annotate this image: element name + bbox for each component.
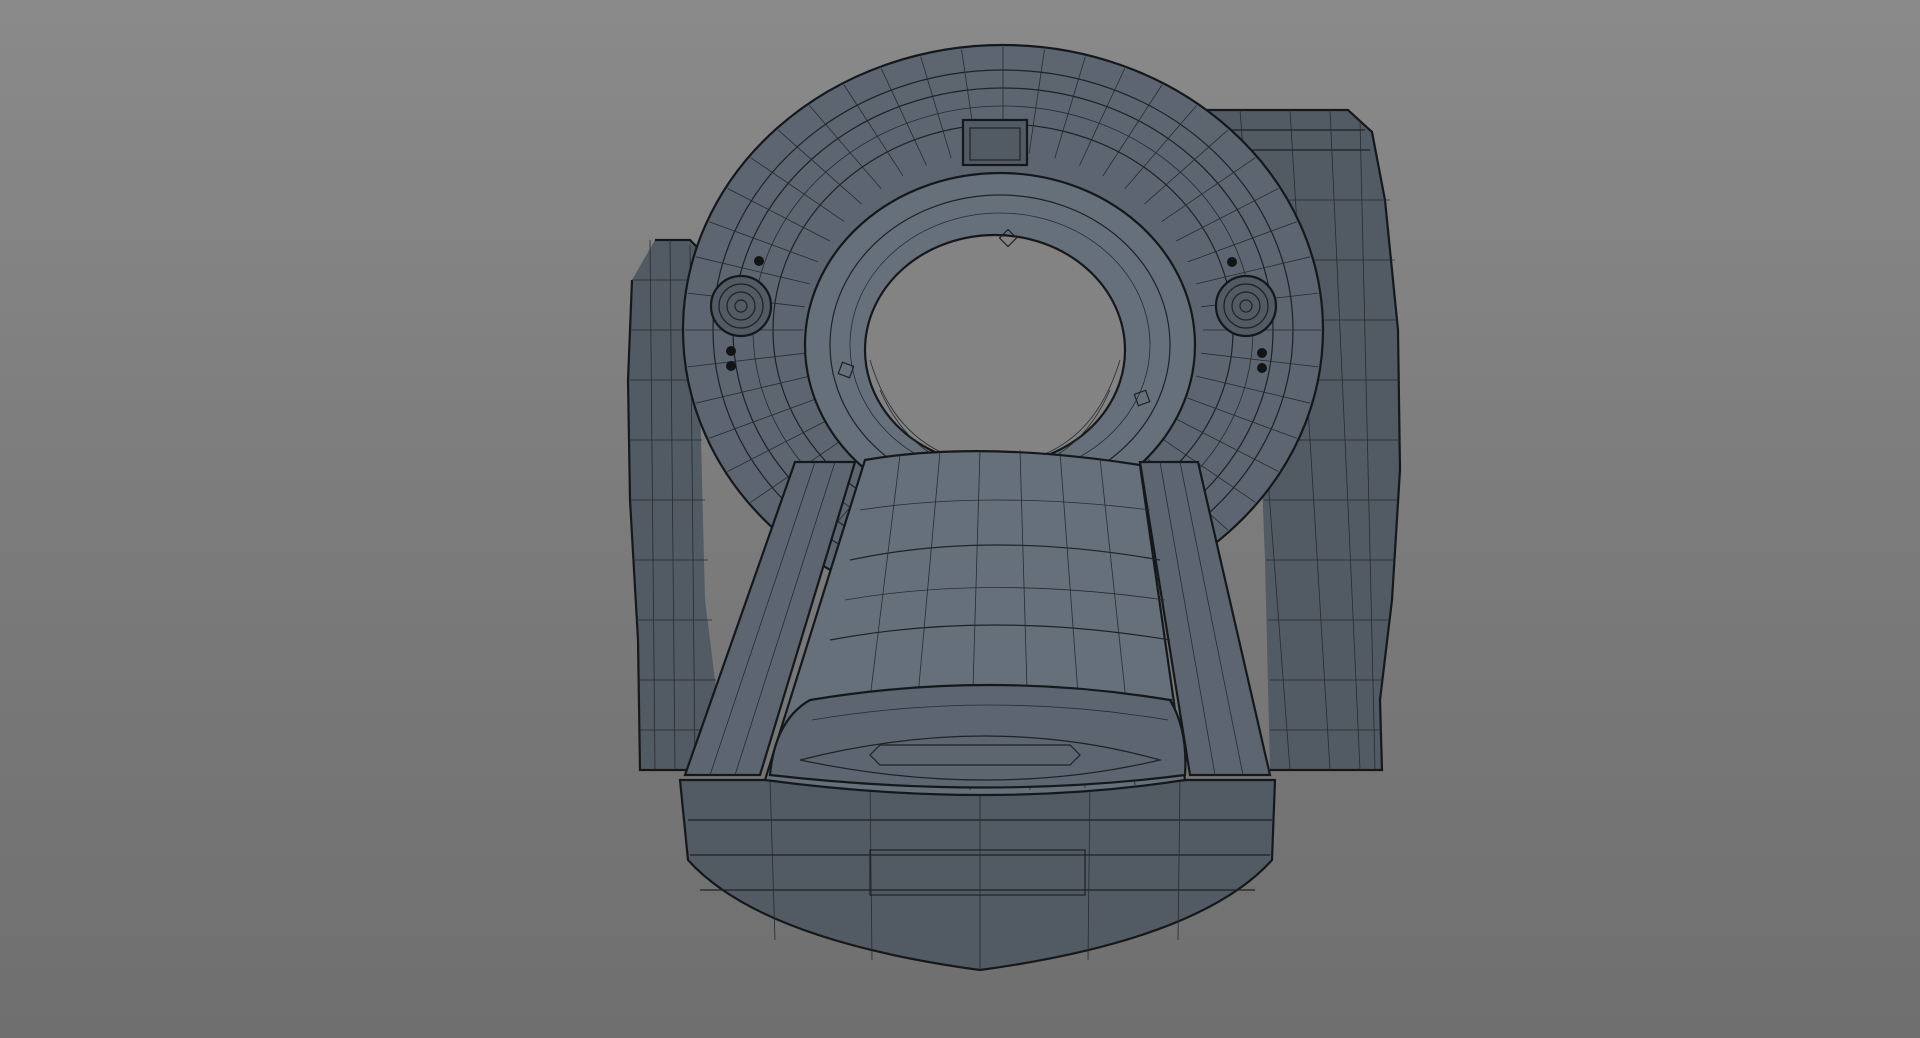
3d-viewport[interactable] <box>0 0 1920 1038</box>
patient-table <box>678 449 1277 972</box>
top-sensor-box <box>961 118 1029 167</box>
ct-scanner-wireframe-model[interactable] <box>0 0 1920 1038</box>
